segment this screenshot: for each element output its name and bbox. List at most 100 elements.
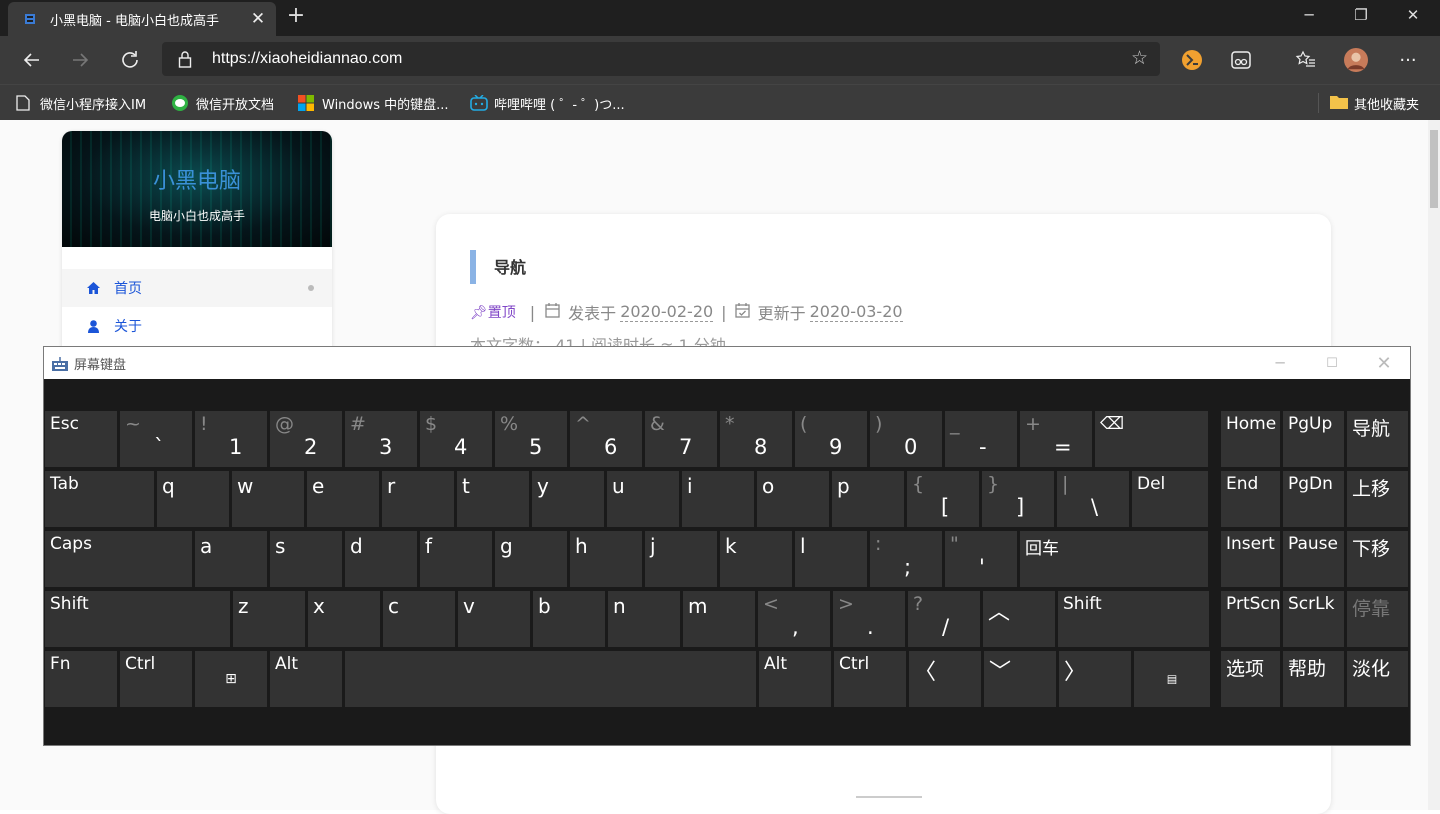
key-symbol[interactable]: + =: [1020, 411, 1092, 467]
key-ctrl[interactable]: Ctrl: [120, 651, 192, 707]
forward-icon[interactable]: [68, 48, 92, 72]
more-menu-button[interactable]: ···: [1396, 48, 1420, 72]
key-symbol[interactable]: ︿: [983, 591, 1055, 647]
key-symbol[interactable]: ▤: [1134, 651, 1210, 707]
key-o[interactable]: o: [757, 471, 829, 527]
key-j[interactable]: j: [645, 531, 717, 587]
post-title[interactable]: 导航: [494, 254, 526, 278]
key-q[interactable]: q: [157, 471, 229, 527]
key-f[interactable]: f: [420, 531, 492, 587]
profile-avatar[interactable]: [1344, 48, 1368, 72]
key-u[interactable]: u: [607, 471, 679, 527]
osk-close-button[interactable]: ✕: [1358, 347, 1410, 379]
key-symbol[interactable]: }]: [982, 471, 1054, 527]
extension-icon[interactable]: [1180, 48, 1204, 72]
key-8[interactable]: * 8: [720, 411, 792, 467]
key-caps[interactable]: Caps: [45, 531, 192, 587]
key-g[interactable]: g: [495, 531, 567, 587]
key-k[interactable]: k: [720, 531, 792, 587]
key-symbol[interactable]: 〉: [1059, 651, 1131, 707]
favorite-star-icon[interactable]: ☆: [1131, 47, 1148, 69]
key-h[interactable]: h: [570, 531, 642, 587]
key-symbol[interactable]: {[: [907, 471, 979, 527]
key-x[interactable]: x: [308, 591, 380, 647]
reader-extension-icon[interactable]: [1229, 48, 1253, 72]
browser-tab[interactable]: 小黑电脑 - 电脑小白也成高手 ✕: [8, 2, 276, 36]
key-nav-4-2[interactable]: 淡化: [1347, 651, 1408, 707]
favorites-list-icon[interactable]: [1294, 48, 1318, 72]
key-symbol[interactable]: 回车: [1020, 531, 1208, 587]
key-s[interactable]: s: [270, 531, 342, 587]
page-scrollbar[interactable]: [1428, 120, 1440, 810]
key-nav-0-2[interactable]: 导航: [1347, 411, 1408, 467]
key-alt[interactable]: Alt: [759, 651, 831, 707]
key-symbol[interactable]: ? /: [908, 591, 980, 647]
key-3[interactable]: #3: [345, 411, 417, 467]
tab-close-icon[interactable]: ✕: [250, 9, 266, 29]
window-maximize-button[interactable]: ❐: [1338, 0, 1384, 30]
key-z[interactable]: z: [233, 591, 305, 647]
key-nav-4-0[interactable]: 选项: [1221, 651, 1280, 707]
key-7[interactable]: & 7: [645, 411, 717, 467]
osk-maximize-button[interactable]: ☐: [1306, 347, 1358, 379]
key-2[interactable]: @2: [270, 411, 342, 467]
key-l[interactable]: l: [795, 531, 867, 587]
key-n[interactable]: n: [608, 591, 680, 647]
key-t[interactable]: t: [457, 471, 529, 527]
key-home[interactable]: Home: [1221, 411, 1280, 467]
new-tab-button[interactable]: +: [286, 3, 306, 28]
key-shift[interactable]: Shift: [1058, 591, 1209, 647]
key-symbol[interactable]: :;: [870, 531, 942, 587]
key-symbol[interactable]: <,: [758, 591, 830, 647]
osk-titlebar[interactable]: 屏幕键盘 ─ ☐ ✕: [44, 347, 1410, 379]
window-minimize-button[interactable]: ─: [1286, 0, 1332, 30]
url-bar[interactable]: https://xiaoheidiannao.com ☆: [162, 42, 1160, 76]
key-symbol[interactable]: ⊞: [195, 651, 267, 707]
key-symbol[interactable]: >.: [833, 591, 905, 647]
key-scrlk[interactable]: ScrLk: [1283, 591, 1344, 647]
key-c[interactable]: c: [383, 591, 455, 647]
key-ctrl[interactable]: Ctrl: [834, 651, 906, 707]
key-p[interactable]: p: [832, 471, 904, 527]
key-tab[interactable]: Tab: [45, 471, 154, 527]
scrollbar-thumb[interactable]: [1430, 130, 1438, 208]
key-nav-3-2[interactable]: 停靠: [1347, 591, 1408, 647]
key-nav-1-2[interactable]: 上移: [1347, 471, 1408, 527]
key-9[interactable]: (9: [795, 411, 867, 467]
updated-date[interactable]: 2020-03-20: [809, 302, 903, 322]
key-m[interactable]: m: [683, 591, 755, 647]
key-nav-2-2[interactable]: 下移: [1347, 531, 1408, 587]
menu-item-home[interactable]: 首页: [62, 269, 332, 307]
key-r[interactable]: r: [382, 471, 454, 527]
key-a[interactable]: a: [195, 531, 267, 587]
key-symbol[interactable]: | \: [1057, 471, 1129, 527]
key-end[interactable]: End: [1221, 471, 1280, 527]
other-bookmarks[interactable]: 其他收藏夹: [1330, 94, 1419, 113]
refresh-icon[interactable]: [118, 48, 142, 72]
key-space[interactable]: [345, 651, 756, 707]
key-symbol[interactable]: 〈: [909, 651, 981, 707]
key-esc[interactable]: Esc: [45, 411, 117, 467]
key-symbol[interactable]: _ -: [945, 411, 1017, 467]
key-del[interactable]: Del: [1132, 471, 1208, 527]
key-d[interactable]: d: [345, 531, 417, 587]
key-shift[interactable]: Shift: [45, 591, 230, 647]
key-symbol[interactable]: ﹀: [984, 651, 1056, 707]
bookmark-item[interactable]: Windows 中的键盘...: [298, 94, 449, 113]
bookmark-item[interactable]: 微信小程序接入IM: [16, 94, 146, 113]
bookmark-item[interactable]: 微信开放文档: [172, 94, 274, 113]
osk-minimize-button[interactable]: ─: [1254, 347, 1306, 379]
menu-item-about[interactable]: 关于: [62, 307, 332, 345]
bookmark-item[interactable]: 哔哩哔哩 ( ゜- ゜)つ...: [470, 94, 625, 113]
key-symbol[interactable]: " ': [945, 531, 1017, 587]
key-prtscn[interactable]: PrtScn: [1221, 591, 1281, 647]
key-e[interactable]: e: [307, 471, 379, 527]
back-icon[interactable]: [20, 48, 44, 72]
key-pgup[interactable]: PgUp: [1283, 411, 1344, 467]
key-insert[interactable]: Insert: [1221, 531, 1280, 587]
site-title[interactable]: 小黑电脑: [62, 163, 332, 195]
key-4[interactable]: $4: [420, 411, 492, 467]
window-close-button[interactable]: ✕: [1390, 0, 1436, 30]
key-symbol[interactable]: ⌫: [1095, 411, 1208, 467]
key-y[interactable]: y: [532, 471, 604, 527]
